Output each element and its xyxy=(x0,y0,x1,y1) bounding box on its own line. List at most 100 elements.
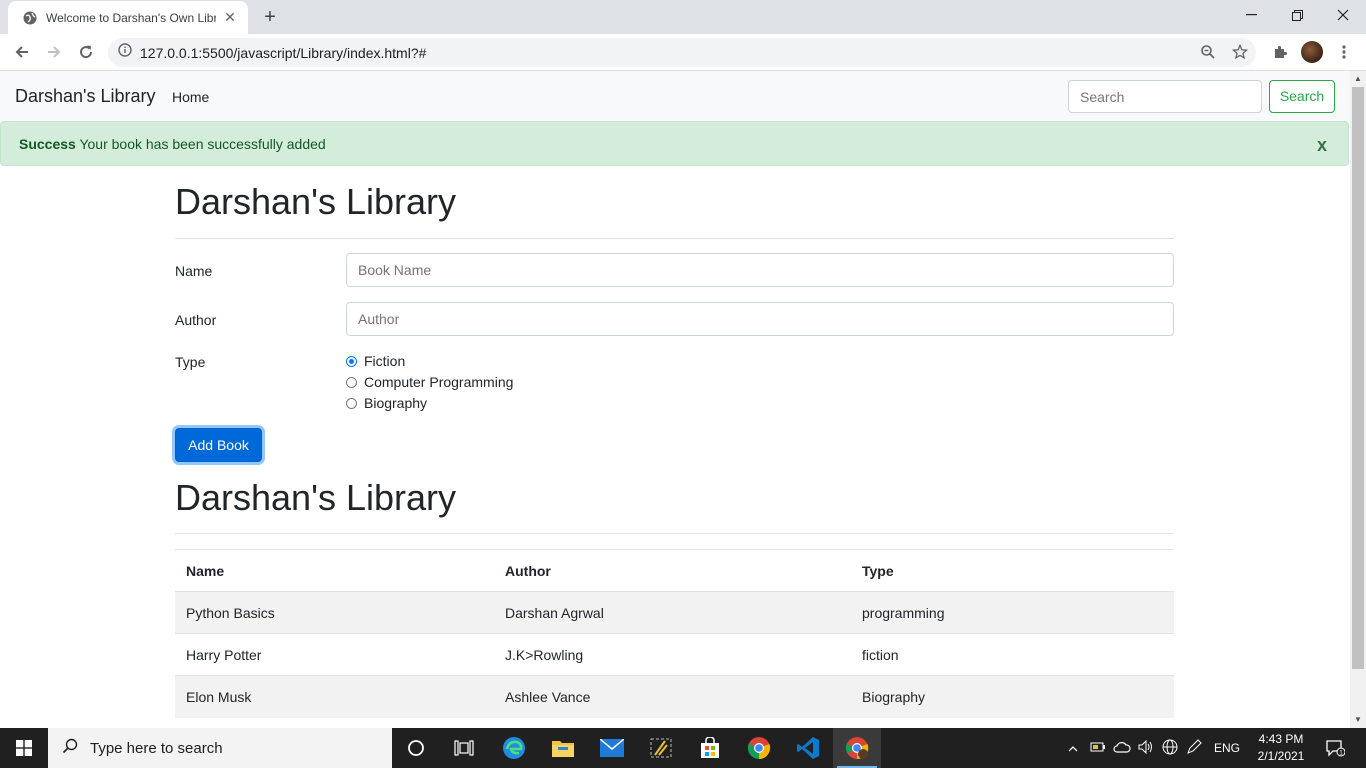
table-header-row: Name Author Type xyxy=(175,549,1174,592)
tab-title: Welcome to Darshan's Own Libra xyxy=(46,10,216,25)
name-label: Name xyxy=(175,263,213,279)
column-header-author: Author xyxy=(494,549,851,592)
close-window-icon[interactable] xyxy=(1320,0,1366,30)
globe-icon xyxy=(22,10,38,26)
navbar-brand[interactable]: Darshan's Library xyxy=(15,86,156,107)
page-viewport: Darshan's Library Home Search Success Yo… xyxy=(0,71,1350,728)
search-icon xyxy=(62,738,78,758)
scroll-down-icon[interactable]: ▼ xyxy=(1350,712,1366,728)
notification-center-icon[interactable]: 1 xyxy=(1310,728,1360,768)
alert-message: Your book has been successfully added xyxy=(75,136,326,152)
cell-name: Harry Potter xyxy=(175,633,494,676)
battery-icon[interactable] xyxy=(1086,741,1110,756)
profile-avatar[interactable] xyxy=(1301,41,1323,63)
file-explorer-icon[interactable] xyxy=(539,728,587,768)
edge-icon[interactable] xyxy=(490,728,538,768)
store-icon[interactable] xyxy=(686,728,734,768)
address-bar[interactable]: 127.0.0.1:5500/javascript/Library/index.… xyxy=(108,38,1256,67)
language-indicator[interactable]: ENG xyxy=(1214,741,1240,755)
table-row: Harry Potter J.K>Rowling fiction xyxy=(175,633,1174,676)
radio-label: Fiction xyxy=(364,353,406,369)
radio-fiction[interactable]: Fiction xyxy=(346,353,405,369)
minimize-icon[interactable] xyxy=(1228,0,1274,30)
url-text: 127.0.0.1:5500/javascript/Library/index.… xyxy=(140,44,427,61)
browser-tab[interactable]: Welcome to Darshan's Own Libra ✕ xyxy=(8,1,248,34)
cell-type: programming xyxy=(851,591,1174,634)
divider xyxy=(175,238,1174,239)
reload-icon[interactable] xyxy=(74,40,98,64)
taskbar-search-text: Type here to search xyxy=(90,739,223,757)
radio-button[interactable] xyxy=(346,397,357,409)
browser-tab-strip: Welcome to Darshan's Own Libra ✕ + xyxy=(0,0,1366,34)
zoom-icon[interactable] xyxy=(1196,40,1220,64)
restore-icon[interactable] xyxy=(1274,0,1320,30)
type-label: Type xyxy=(175,354,206,370)
radio-biography[interactable]: Biography xyxy=(346,395,427,411)
search-input[interactable] xyxy=(1068,80,1262,113)
snipping-tool-icon[interactable] xyxy=(637,728,685,768)
cell-name: Python Basics xyxy=(175,591,494,634)
library-heading: Darshan's Library xyxy=(175,477,456,518)
success-alert: Success Your book has been successfully … xyxy=(0,121,1349,166)
books-table: Name Author Type Python Basics Darshan A… xyxy=(175,549,1174,718)
cell-type: Biography xyxy=(851,675,1174,718)
radio-label: Biography xyxy=(364,395,428,411)
radio-button[interactable] xyxy=(346,376,357,388)
alert-strong: Success xyxy=(19,136,76,152)
windows-start-icon[interactable] xyxy=(0,728,48,768)
column-header-name: Name xyxy=(175,549,494,592)
close-tab-icon[interactable]: ✕ xyxy=(222,9,238,26)
chrome-active-window-icon[interactable] xyxy=(833,728,881,768)
scrollbar-thumb[interactable] xyxy=(1352,87,1364,669)
radio-computer-programming[interactable]: Computer Programming xyxy=(346,374,513,390)
table-row: Elon Musk Ashlee Vance Biography xyxy=(175,675,1174,718)
info-icon[interactable] xyxy=(118,43,132,62)
volume-icon[interactable] xyxy=(1134,739,1158,757)
alert-close-button[interactable]: x xyxy=(1317,135,1327,156)
add-book-button[interactable]: Add Book xyxy=(175,428,262,462)
extensions-icon[interactable] xyxy=(1268,40,1292,64)
clock-date: 2/1/2021 xyxy=(1257,749,1305,763)
cortana-icon[interactable] xyxy=(392,728,440,768)
cell-name: Elon Musk xyxy=(175,675,494,718)
library-heading-wrap: Darshan's Library xyxy=(175,477,1174,519)
divider xyxy=(175,533,1174,534)
task-view-icon[interactable] xyxy=(440,728,488,768)
windows-taskbar: Type here to search ENG 4:43 PM 2/1/2021… xyxy=(0,728,1366,768)
nav-link-home[interactable]: Home xyxy=(172,89,209,105)
chevron-up-icon[interactable] xyxy=(1064,741,1082,755)
cell-author: Ashlee Vance xyxy=(494,675,851,718)
new-tab-button[interactable]: + xyxy=(258,6,282,28)
cell-type: fiction xyxy=(851,633,1174,676)
column-header-type: Type xyxy=(851,549,1174,592)
forward-icon[interactable] xyxy=(42,40,66,64)
cell-author: Darshan Agrwal xyxy=(494,591,851,634)
back-icon[interactable] xyxy=(10,40,34,64)
author-input[interactable] xyxy=(346,302,1174,336)
table-row: Python Basics Darshan Agrwal programming xyxy=(175,591,1174,634)
clock-time: 4:43 PM xyxy=(1258,732,1304,746)
navbar: Darshan's Library Home Search xyxy=(0,71,1350,121)
author-label: Author xyxy=(175,312,217,328)
taskbar-search-box[interactable]: Type here to search xyxy=(48,728,392,768)
vscode-icon[interactable] xyxy=(784,728,832,768)
onedrive-icon[interactable] xyxy=(1110,741,1134,756)
bookmark-star-icon[interactable] xyxy=(1228,40,1252,64)
radio-button[interactable] xyxy=(346,355,357,367)
book-name-input[interactable] xyxy=(346,253,1174,287)
form-heading-wrap: Darshan's Library xyxy=(175,181,1174,223)
radio-label: Computer Programming xyxy=(364,374,514,390)
network-globe-icon[interactable] xyxy=(1158,739,1182,758)
page-scrollbar[interactable]: ▲ ▼ xyxy=(1350,71,1366,728)
menu-dots-icon[interactable] xyxy=(1332,40,1356,64)
mail-icon[interactable] xyxy=(588,728,636,768)
taskbar-clock[interactable]: 4:43 PM 2/1/2021 xyxy=(1252,731,1310,765)
form-heading: Darshan's Library xyxy=(175,181,456,222)
system-tray: ENG xyxy=(1064,728,1240,768)
scroll-up-icon[interactable]: ▲ xyxy=(1350,71,1366,87)
browser-toolbar: 127.0.0.1:5500/javascript/Library/index.… xyxy=(0,34,1366,71)
pen-icon[interactable] xyxy=(1182,738,1206,758)
chrome-icon[interactable] xyxy=(735,728,783,768)
search-button[interactable]: Search xyxy=(1269,80,1335,113)
cell-author: J.K>Rowling xyxy=(494,633,851,676)
